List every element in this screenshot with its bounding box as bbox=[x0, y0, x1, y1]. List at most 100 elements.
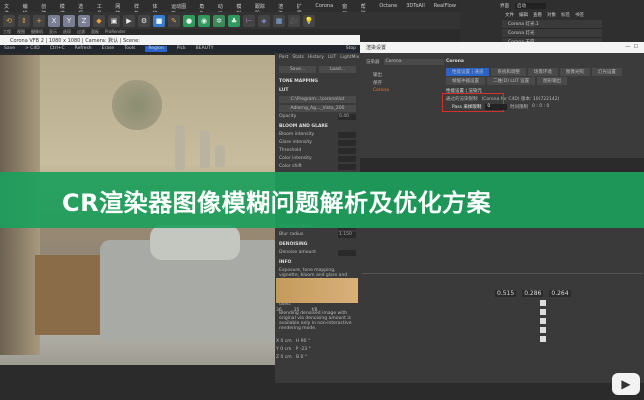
scale-icon[interactable]: ⇕ bbox=[18, 14, 30, 27]
mograph-icon[interactable]: ♣ bbox=[228, 14, 240, 27]
value-3[interactable]: 0.264 bbox=[549, 290, 571, 297]
menu-item[interactable]: 工具 bbox=[97, 3, 107, 17]
menu-item[interactable]: Octane bbox=[379, 3, 397, 9]
checkbox[interactable] bbox=[540, 318, 546, 324]
deformer-icon[interactable]: ✲ bbox=[213, 14, 225, 27]
pixel-limit-field[interactable]: 0 bbox=[485, 104, 508, 110]
settings-tab[interactable]: 灯光设置 bbox=[591, 68, 622, 76]
menu-item[interactable]: 跟踪器 bbox=[255, 3, 269, 17]
rot-h[interactable]: 90 ° bbox=[301, 339, 310, 344]
menu-item[interactable]: 体积 bbox=[153, 3, 163, 17]
settings-list-item[interactable]: 保存 bbox=[372, 79, 442, 87]
denoise-field[interactable] bbox=[338, 250, 356, 256]
x-axis-button[interactable]: X bbox=[48, 14, 60, 27]
bloom-field[interactable] bbox=[338, 132, 356, 138]
menu-item[interactable]: 创建 bbox=[41, 3, 51, 17]
spline-icon[interactable]: ◈ bbox=[258, 14, 270, 27]
tone-mapping-section[interactable]: TONE MAPPING bbox=[279, 79, 356, 84]
bloom-section[interactable]: BLOOM AND GLARE bbox=[279, 124, 356, 129]
bloom-field[interactable] bbox=[338, 164, 356, 170]
opacity-field[interactable]: 0.40 bbox=[338, 114, 356, 120]
om-menu-item[interactable]: 文件 bbox=[505, 12, 514, 18]
render-view-tab[interactable]: Refresh bbox=[75, 46, 92, 52]
settings-tab[interactable]: 图形输出 bbox=[537, 77, 568, 85]
panel-tab[interactable]: Post bbox=[279, 55, 288, 60]
om-menu-item[interactable]: 标签 bbox=[561, 12, 570, 18]
menu-item[interactable]: RealFlow bbox=[434, 3, 456, 9]
menu-item[interactable]: 文件 bbox=[4, 3, 14, 17]
subdivision-icon[interactable]: ● bbox=[183, 14, 195, 27]
move-icon[interactable]: + bbox=[33, 14, 45, 27]
menu-item[interactable]: 运动图形 bbox=[171, 3, 190, 17]
bloom-field[interactable] bbox=[338, 156, 356, 162]
menu-item[interactable]: 网格 bbox=[115, 3, 125, 17]
lut-select[interactable]: Adlerng_Ag..._Vista_200 bbox=[279, 105, 356, 112]
settings-tab[interactable]: 性能设置 | 通道 bbox=[446, 68, 490, 76]
om-menu-item[interactable]: 编辑 bbox=[519, 12, 528, 18]
load-button[interactable]: Load... bbox=[319, 66, 356, 73]
menu-item[interactable]: 动画 bbox=[218, 3, 228, 17]
settings-tab[interactable]: 系统和调整 bbox=[491, 68, 526, 76]
render-view-icon[interactable]: ▶ bbox=[123, 14, 135, 27]
menu-item[interactable]: 角色 bbox=[199, 3, 209, 17]
z-axis-button[interactable]: Z bbox=[78, 14, 90, 27]
settings-tab[interactable]: 图像光照 bbox=[559, 68, 590, 76]
settings-tab[interactable]: 场景环境 bbox=[527, 68, 558, 76]
renderer-select[interactable]: Corona bbox=[383, 59, 444, 65]
object-item[interactable]: Corona 灯光.1 bbox=[502, 20, 602, 29]
field-icon[interactable]: ⊢ bbox=[243, 14, 255, 27]
render-view-tab[interactable]: Save bbox=[4, 46, 15, 52]
render-view-tab[interactable]: > C4D bbox=[25, 46, 40, 52]
settings-tab[interactable]: 帧缓冲器设置 bbox=[446, 77, 485, 85]
checkbox[interactable] bbox=[540, 300, 546, 306]
menu-item[interactable]: 模式 bbox=[60, 3, 70, 17]
pos-y[interactable]: 0 cm bbox=[280, 347, 291, 352]
panel-tab[interactable]: LightMix bbox=[340, 55, 359, 60]
floor-icon[interactable]: ▦ bbox=[273, 14, 285, 27]
checkbox[interactable] bbox=[540, 309, 546, 315]
render-region-icon[interactable]: ▣ bbox=[108, 14, 120, 27]
pos-z[interactable]: 0 cm bbox=[281, 355, 292, 360]
menu-item[interactable]: 选择 bbox=[78, 3, 88, 17]
lut-path-button[interactable]: C:\Program...\corona\lut bbox=[279, 96, 356, 103]
render-view-tab[interactable]: Region bbox=[145, 46, 167, 52]
stop-button[interactable]: Stop bbox=[346, 46, 356, 52]
cube-icon[interactable]: ■ bbox=[153, 14, 165, 27]
menu-item[interactable]: 窗口 bbox=[342, 3, 352, 17]
menu-item[interactable]: Corona bbox=[315, 3, 333, 9]
panel-tab[interactable]: Stats bbox=[292, 55, 304, 60]
render-view-tab[interactable]: Tools bbox=[124, 46, 135, 52]
render-view-tab[interactable]: BEAUTY bbox=[196, 46, 214, 52]
menu-item[interactable]: 模拟 bbox=[236, 3, 246, 17]
generator-icon[interactable]: ◉ bbox=[198, 14, 210, 27]
checkbox[interactable] bbox=[540, 327, 546, 333]
panel-tab[interactable]: LUT bbox=[328, 55, 336, 60]
coordinate-icon[interactable]: ◆ bbox=[93, 14, 105, 27]
render-view-tab[interactable]: Ctrl+C bbox=[50, 46, 65, 52]
value-2[interactable]: 0.286 bbox=[522, 290, 544, 297]
render-settings-icon[interactable]: ⚙ bbox=[138, 14, 150, 27]
bloom-field[interactable] bbox=[338, 140, 356, 146]
menu-item[interactable]: 样条 bbox=[134, 3, 144, 17]
time-limit-field[interactable]: 0 : 0 : 0 bbox=[532, 104, 549, 110]
bloom-field[interactable] bbox=[338, 148, 356, 154]
menu-item[interactable]: 3DToAll bbox=[406, 3, 425, 9]
lut-section[interactable]: LUT bbox=[279, 88, 356, 93]
render-view-tab[interactable]: Erase bbox=[102, 46, 115, 52]
om-menu-item[interactable]: 书签 bbox=[575, 12, 584, 18]
undo-icon[interactable]: ⟲ bbox=[3, 14, 15, 27]
pen-icon[interactable]: ✎ bbox=[168, 14, 180, 27]
rot-p[interactable]: -23 ° bbox=[300, 347, 311, 352]
denoising-section[interactable]: DENOISING bbox=[279, 242, 356, 247]
settings-tab[interactable]: 二维(D) LUT 设置 bbox=[487, 77, 536, 85]
object-item[interactable]: Corona 灯光 bbox=[502, 29, 602, 38]
panel-tab[interactable]: History bbox=[308, 55, 324, 60]
y-axis-button[interactable]: Y bbox=[63, 14, 75, 27]
value-1[interactable]: 0.515 bbox=[495, 290, 517, 297]
light-icon[interactable]: 💡 bbox=[303, 14, 315, 27]
save-button[interactable]: Save... bbox=[279, 66, 316, 73]
menu-item[interactable]: 编辑 bbox=[23, 3, 33, 17]
camera-icon[interactable]: 🎥 bbox=[288, 14, 300, 27]
checkbox[interactable] bbox=[540, 336, 546, 342]
rot-b[interactable]: 0 ° bbox=[300, 355, 307, 360]
